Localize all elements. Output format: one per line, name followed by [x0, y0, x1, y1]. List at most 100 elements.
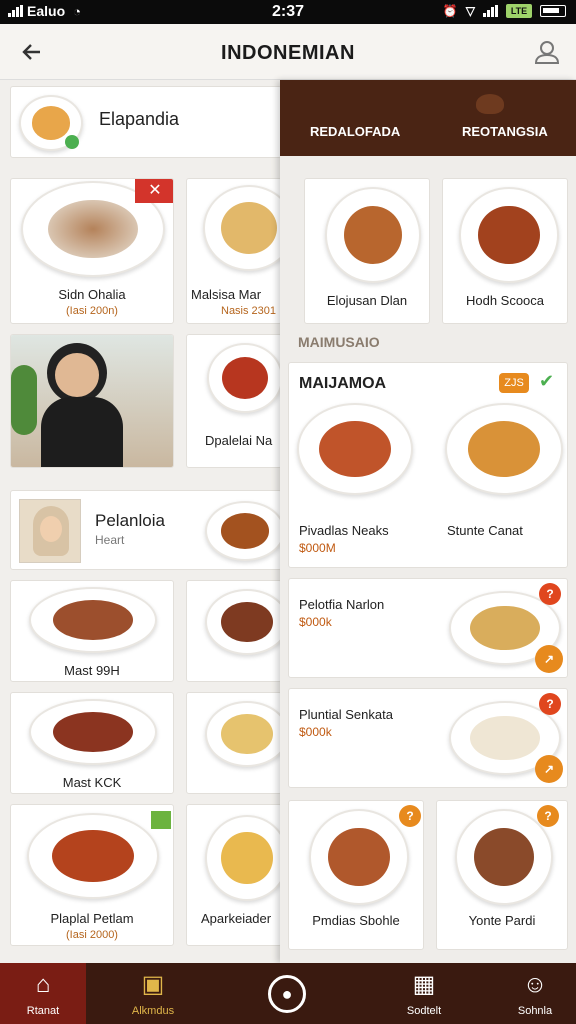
qr-icon: ▦ [412, 971, 436, 998]
feature-item-price: $000M [299, 541, 336, 555]
dish-card[interactable]: Dpalelai Na [186, 334, 282, 468]
row-title: Pluntial Senkata [299, 707, 393, 722]
food-image [445, 403, 563, 495]
page-title: INDONEMIAN [221, 42, 355, 64]
tab-redalofada[interactable]: REDALOFADA [310, 124, 400, 139]
food-image [205, 815, 281, 901]
panel-dish-card[interactable]: Hodh Scooca [442, 178, 568, 324]
person-photo [11, 335, 173, 467]
panel-row-card[interactable]: Pelotfia Narlon $000k ? ↗ [288, 578, 568, 678]
dish-name: Aparkeiader [201, 911, 272, 926]
dish-card[interactable]: ✕ Sidn Ohalia (Iasi 200n) [10, 178, 174, 324]
dish-name: Yonte Pardi [468, 913, 536, 928]
dish-name: Dpalelai Na [205, 433, 273, 448]
shop-icon: ▣ [141, 971, 165, 998]
nav-profile[interactable]: ☺ Sohnla [494, 963, 576, 1024]
dish-card[interactable]: Plaplal Petlam (Iasi 2000) [10, 804, 174, 946]
dish-card[interactable] [186, 692, 282, 794]
dish-card[interactable]: Mast KCK [10, 692, 174, 794]
feature-badge: ZJS [499, 373, 529, 393]
dish-name: Pmdias Sbohle [312, 913, 400, 928]
food-image [205, 501, 281, 561]
nav-label: Rtanat [26, 1005, 60, 1017]
food-image [459, 187, 559, 283]
dish-name: Plaplal Petlam [50, 911, 134, 926]
nav-scan[interactable]: ▦ Sodtelt [354, 963, 494, 1024]
food-image [309, 809, 409, 905]
profile-subtitle: Heart [95, 533, 125, 547]
food-image [297, 403, 413, 495]
row-price: $000k [299, 615, 332, 629]
tab-reotangsia[interactable]: REOTANGSIA [462, 124, 548, 139]
featured-card[interactable]: Elapandia [10, 86, 282, 158]
nav-home[interactable]: ⌂ Rtanat [0, 963, 86, 1024]
dish-name: Sidn Ohalia [58, 287, 126, 302]
app-header: INDONEMIAN [0, 24, 576, 80]
food-image [205, 701, 281, 767]
expand-icon[interactable]: ↗ [535, 755, 563, 783]
dish-name: Mast 99H [64, 663, 120, 678]
status-right: ⏰ ▽ LTE [443, 4, 566, 18]
row-title: Pelotfia Narlon [299, 597, 385, 612]
cell-signal-icon [483, 5, 498, 17]
panel-dish-card[interactable]: ? Pmdias Sbohle [288, 800, 424, 950]
feature-card[interactable]: MAIJAMOA ZJS ✔ Pivadlas Neaks $000M Stun… [288, 362, 568, 568]
dish-price: (Iasi 200n) [66, 305, 118, 317]
food-image [203, 185, 281, 271]
nav-shop[interactable]: ▣ Alkmdus [86, 963, 220, 1024]
check-icon: ✔ [539, 371, 555, 391]
dish-card[interactable] [186, 580, 282, 682]
nav-label: Sodtelt [406, 1005, 442, 1017]
network-badge: LTE [506, 4, 532, 18]
dish-name: Mast KCK [62, 775, 122, 790]
section-label: MAIMUSAIO [298, 334, 380, 350]
food-image [29, 587, 157, 653]
remove-icon[interactable]: ✕ [135, 179, 173, 203]
home-icon: ⌂ [35, 971, 51, 998]
food-image [205, 589, 281, 655]
panel-row-card[interactable]: Pluntial Senkata $000k ? ↗ [288, 688, 568, 788]
expand-icon[interactable]: ↗ [535, 645, 563, 673]
category-panel: REDALOFADA REOTANGSIA Elojusan Dlan Hodh… [280, 80, 576, 963]
panel-header: REDALOFADA REOTANGSIA [280, 80, 576, 156]
battery-icon [540, 5, 566, 17]
info-badge[interactable]: ? [539, 693, 561, 715]
feature-item-name: Stunte Canat [447, 523, 523, 538]
dish-card[interactable]: Aparkeiader [186, 804, 282, 946]
profile-card[interactable]: Pelanloia Heart [10, 490, 282, 570]
nav-camera[interactable]: ● [220, 963, 354, 1024]
food-image [27, 813, 159, 899]
feature-title: MAIJAMOA [299, 375, 387, 392]
nav-label: Alkmdus [131, 1005, 175, 1017]
dish-card[interactable]: Mast 99H [10, 580, 174, 682]
info-badge[interactable]: ? [539, 583, 561, 605]
dish-name: Elojusan Dlan [326, 293, 408, 308]
status-bar: Ealuo ◔ 2:37 ⏰ ▽ LTE [0, 0, 576, 24]
food-image [207, 343, 281, 413]
info-badge[interactable]: ? [537, 805, 559, 827]
person-icon: ☺ [522, 971, 548, 998]
wifi-signal-icon: ▽ [465, 4, 475, 18]
panel-dish-card[interactable]: ? Yonte Pardi [436, 800, 568, 950]
tag-icon [151, 811, 171, 829]
dish-name: Hodh Scooca [465, 293, 545, 308]
dish-name: Malsisa Mar [191, 287, 262, 302]
food-image [325, 187, 421, 283]
panel-dish-card[interactable]: Elojusan Dlan [304, 178, 430, 324]
bottom-nav: ⌂ Rtanat ▣ Alkmdus ● ▦ Sodtelt ☺ Sohnla [0, 963, 576, 1024]
dish-price: (Iasi 2000) [66, 929, 118, 941]
status-dot [65, 135, 79, 149]
profile-button[interactable] [532, 37, 562, 67]
user-icon [534, 41, 560, 64]
dish-price: Nasis 2301 [221, 305, 277, 317]
nav-label: Sohnla [517, 1005, 553, 1017]
dish-card[interactable]: Malsisa Mar Nasis 2301 [186, 178, 282, 324]
feature-item-name: Pivadlas Neaks [299, 523, 389, 538]
camera-icon: ● [268, 975, 306, 1013]
row-price: $000k [299, 725, 332, 739]
profile-avatar [19, 499, 81, 563]
photo-card[interactable] [10, 334, 174, 468]
food-image [29, 699, 157, 765]
food-image [455, 809, 553, 905]
info-badge[interactable]: ? [399, 805, 421, 827]
